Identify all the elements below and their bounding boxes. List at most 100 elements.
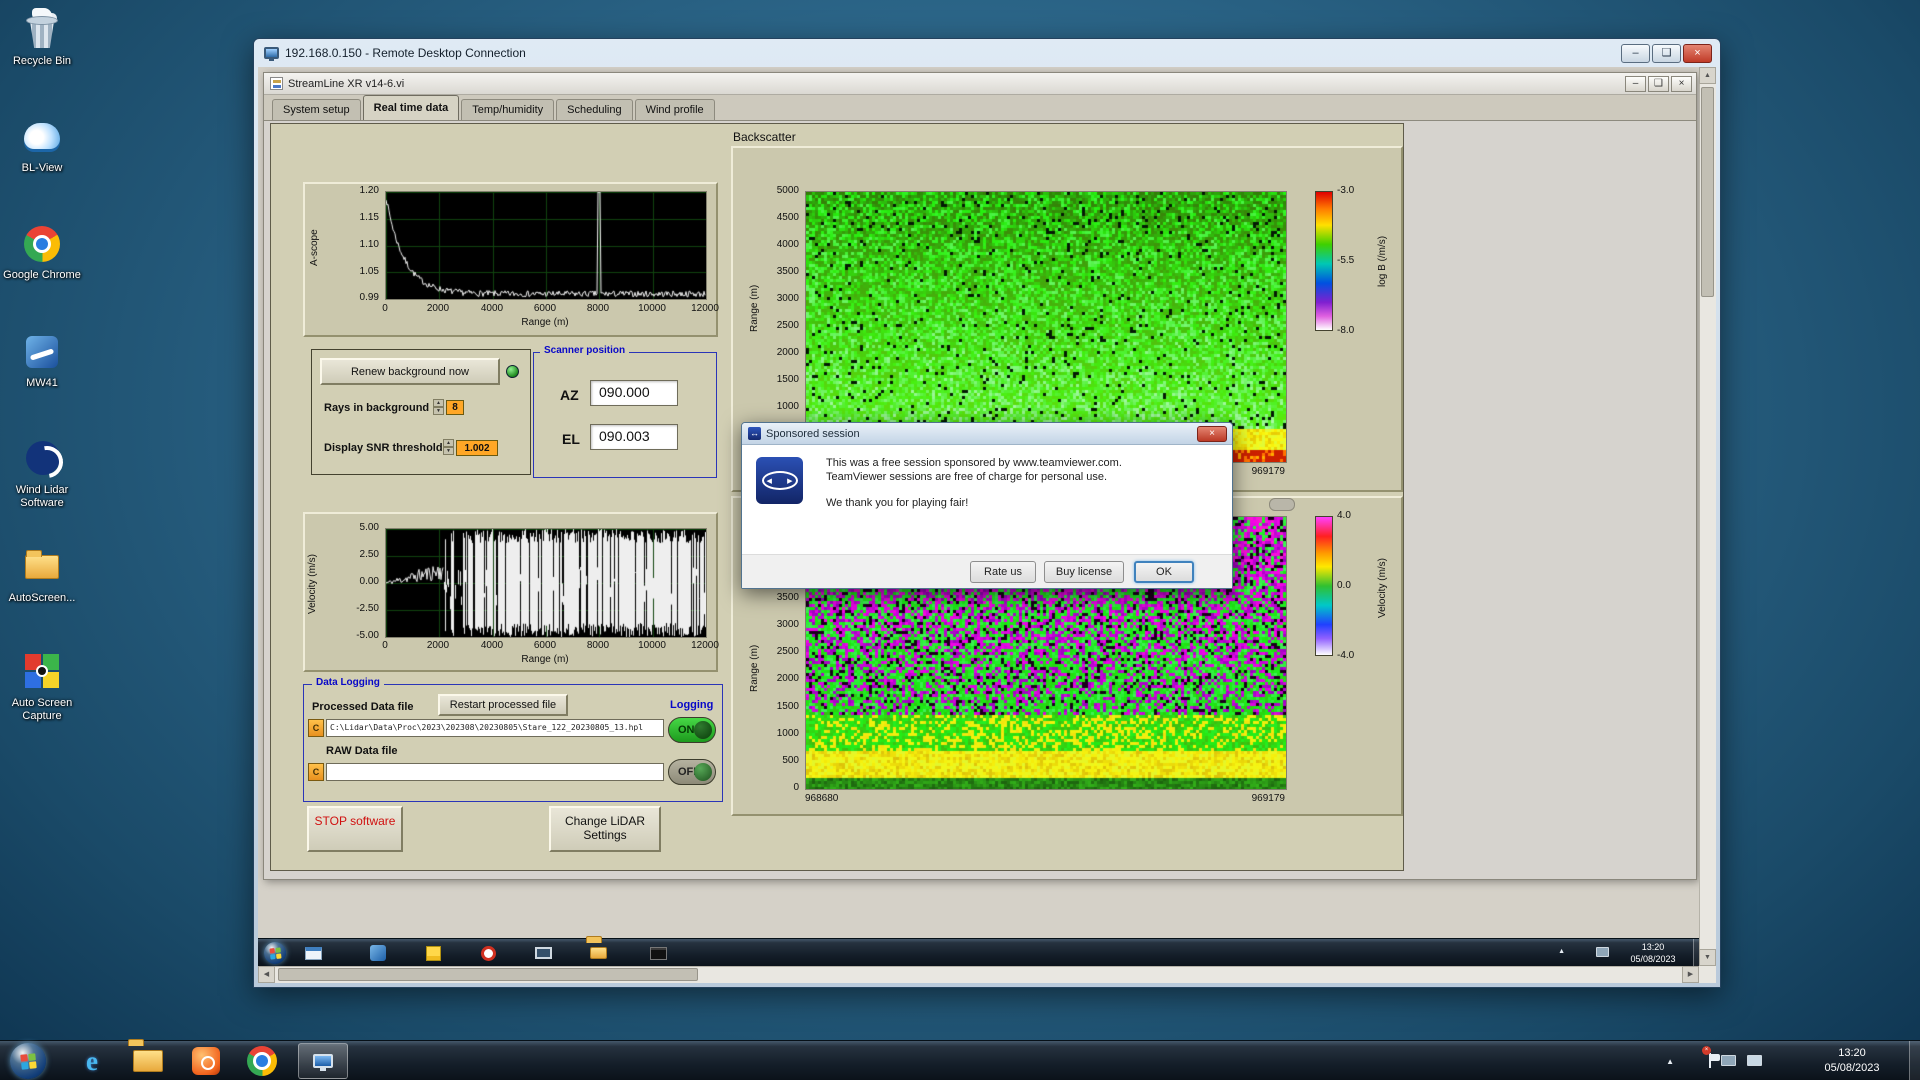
el-value-field[interactable]: 090.003: [590, 424, 678, 450]
toggle-knob-icon: [694, 721, 712, 739]
tray-expand-icon[interactable]: ▲: [1666, 1057, 1674, 1066]
spinner-up-icon[interactable]: ▲: [443, 439, 454, 447]
terminal-icon[interactable]: [646, 942, 670, 964]
az-value-field[interactable]: 090.000: [590, 380, 678, 406]
close-button[interactable]: ×: [1683, 44, 1712, 63]
chrome-icon[interactable]: [242, 1045, 282, 1077]
rate-us-button[interactable]: Rate us: [970, 561, 1036, 583]
scroll-up-icon[interactable]: ▲: [1699, 67, 1716, 84]
tab-temp-humidity[interactable]: Temp/humidity: [461, 99, 555, 120]
tray-expand-icon[interactable]: ▲: [1558, 948, 1565, 955]
folder-icon[interactable]: [128, 1045, 168, 1077]
tab-scheduling[interactable]: Scheduling: [556, 99, 633, 120]
restart-processed-file-button[interactable]: Restart processed file: [438, 694, 568, 716]
app-minimize-button[interactable]: –: [1625, 76, 1646, 92]
app-close-button[interactable]: ×: [1671, 76, 1692, 92]
rdp-active-icon[interactable]: [298, 1043, 348, 1079]
explorer-icon[interactable]: [301, 942, 325, 964]
app-window-title: StreamLine XR v14-6.vi: [288, 77, 405, 90]
tick-label: 3000: [776, 619, 799, 630]
minimize-button[interactable]: –: [1621, 44, 1650, 63]
remote-start-button[interactable]: [264, 942, 286, 964]
remote-clock[interactable]: 13:20 05/08/2023: [1621, 941, 1685, 965]
tick-label: 10000: [638, 303, 666, 314]
desktop-icon-bl-view[interactable]: BL-View: [0, 115, 90, 175]
processed-data-file-label: Processed Data file: [312, 701, 414, 713]
scrollbar-thumb[interactable]: [1701, 87, 1714, 297]
network-icon[interactable]: [1747, 1055, 1762, 1066]
tick-label: 1.10: [359, 239, 379, 250]
snr-value-field[interactable]: 1.002: [456, 440, 498, 456]
bl-view-icon[interactable]: [366, 942, 390, 964]
host-clock[interactable]: 13:20 05/08/2023: [1806, 1046, 1898, 1076]
internet-explorer-icon[interactable]: e: [72, 1045, 112, 1077]
velocity-graph-ylabel: Velocity (m/s): [307, 554, 318, 615]
desktop-icon-wind-lidar[interactable]: Wind Lidar Software: [0, 437, 90, 510]
spinner-down-icon[interactable]: ▼: [433, 407, 444, 415]
tick-label: -8.0: [1337, 325, 1355, 336]
buy-license-button[interactable]: Buy license: [1044, 561, 1124, 583]
tick-label: 1.20: [359, 185, 379, 196]
renew-background-button[interactable]: Renew background now: [320, 358, 500, 385]
scroll-left-icon[interactable]: ◀: [258, 966, 275, 983]
dialog-close-button[interactable]: ×: [1197, 426, 1227, 442]
ascope-graph: A-scope 1.20 1.15 1.10 1.05 0.99 0 2000 4000 60…: [303, 182, 719, 337]
stop-software-button[interactable]: STOP software: [307, 806, 403, 852]
dialog-button-row: Rate us Buy license OK: [742, 554, 1232, 588]
desktop-icon-auto-screen-capture[interactable]: Auto Screen Capture: [0, 650, 90, 723]
app-titlebar[interactable]: StreamLine XR v14-6.vi: [264, 73, 1696, 95]
snr-spinner[interactable]: ▲ ▼: [443, 439, 454, 455]
dialog-body: ◀ ▶ This was a free session sponsored by…: [742, 445, 1232, 556]
drive-select-icon[interactable]: C: [308, 719, 324, 737]
network-icon[interactable]: [1596, 947, 1609, 957]
rays-spinner[interactable]: ▲ ▼: [433, 399, 444, 415]
rays-value-field[interactable]: 8: [446, 400, 464, 415]
raw-logging-toggle[interactable]: OFF: [668, 759, 716, 785]
graph-palette-icon[interactable]: [1269, 498, 1295, 511]
notes-icon[interactable]: [421, 942, 445, 964]
tick-label: -5.00: [356, 630, 379, 641]
spinner-up-icon[interactable]: ▲: [433, 399, 444, 407]
tick-label: 8000: [586, 640, 610, 651]
desktop-icon-mw41[interactable]: MW41: [0, 330, 90, 390]
maximize-button[interactable]: ❑: [1652, 44, 1681, 63]
folder-icon[interactable]: [586, 942, 610, 964]
processed-path-field[interactable]: C:\Lidar\Data\Proc\2023\202308\20230805\…: [326, 719, 664, 737]
raw-data-file-label: RAW Data file: [326, 745, 398, 757]
drive-select-icon[interactable]: C: [308, 763, 324, 781]
spinner-down-icon[interactable]: ▼: [443, 447, 454, 455]
rdp-titlebar[interactable]: 192.168.0.150 - Remote Desktop Connectio…: [254, 39, 1720, 67]
desktop-icon-autoscreen-folder[interactable]: AutoScreen...: [0, 545, 90, 605]
show-desktop-button[interactable]: [1909, 1041, 1920, 1080]
app-maximize-button[interactable]: ❑: [1648, 76, 1669, 92]
media-app-icon[interactable]: [186, 1045, 226, 1077]
desktop-icon-recycle-bin[interactable]: Recycle Bin: [0, 8, 90, 68]
processed-logging-toggle[interactable]: ON: [668, 717, 716, 743]
scroll-right-icon[interactable]: ▶: [1682, 966, 1699, 983]
scrollbar-thumb[interactable]: [278, 968, 698, 981]
host-date: 05/08/2023: [1824, 1062, 1880, 1074]
desktop-icon-google-chrome[interactable]: Google Chrome: [0, 222, 90, 282]
scroll-down-icon[interactable]: ▼: [1699, 949, 1716, 966]
raw-path-field[interactable]: [326, 763, 664, 781]
horizontal-scrollbar[interactable]: ◀ ▶: [258, 966, 1699, 983]
screen-capture-icon[interactable]: [531, 942, 555, 964]
power-icon[interactable]: [476, 942, 500, 964]
backscatter-colorbar-label: log B (/m/s): [1377, 235, 1388, 287]
ok-button[interactable]: OK: [1134, 561, 1194, 583]
remote-show-desktop-button[interactable]: [1693, 939, 1699, 966]
start-button[interactable]: [10, 1043, 46, 1079]
tab-wind-profile[interactable]: Wind profile: [634, 99, 715, 120]
rdp-session-icon[interactable]: [1721, 1055, 1736, 1066]
tab-system-setup[interactable]: System setup: [272, 99, 361, 120]
vertical-scrollbar[interactable]: ▲ ▼: [1699, 67, 1716, 966]
change-lidar-settings-button[interactable]: Change LiDAR Settings: [549, 806, 661, 852]
tab-real-time-data[interactable]: Real time data: [362, 95, 460, 120]
arrow-right-icon: ▶: [787, 477, 793, 485]
dialog-titlebar[interactable]: ↔ Sponsored session: [742, 423, 1232, 445]
data-logging-box: Data Logging Processed Data file Restart…: [303, 677, 723, 802]
renew-led-indicator: [506, 365, 519, 378]
remote-date: 05/08/2023: [1630, 954, 1676, 964]
wind-lidar-icon: [20, 437, 64, 481]
tick-label: 2500: [776, 646, 799, 657]
